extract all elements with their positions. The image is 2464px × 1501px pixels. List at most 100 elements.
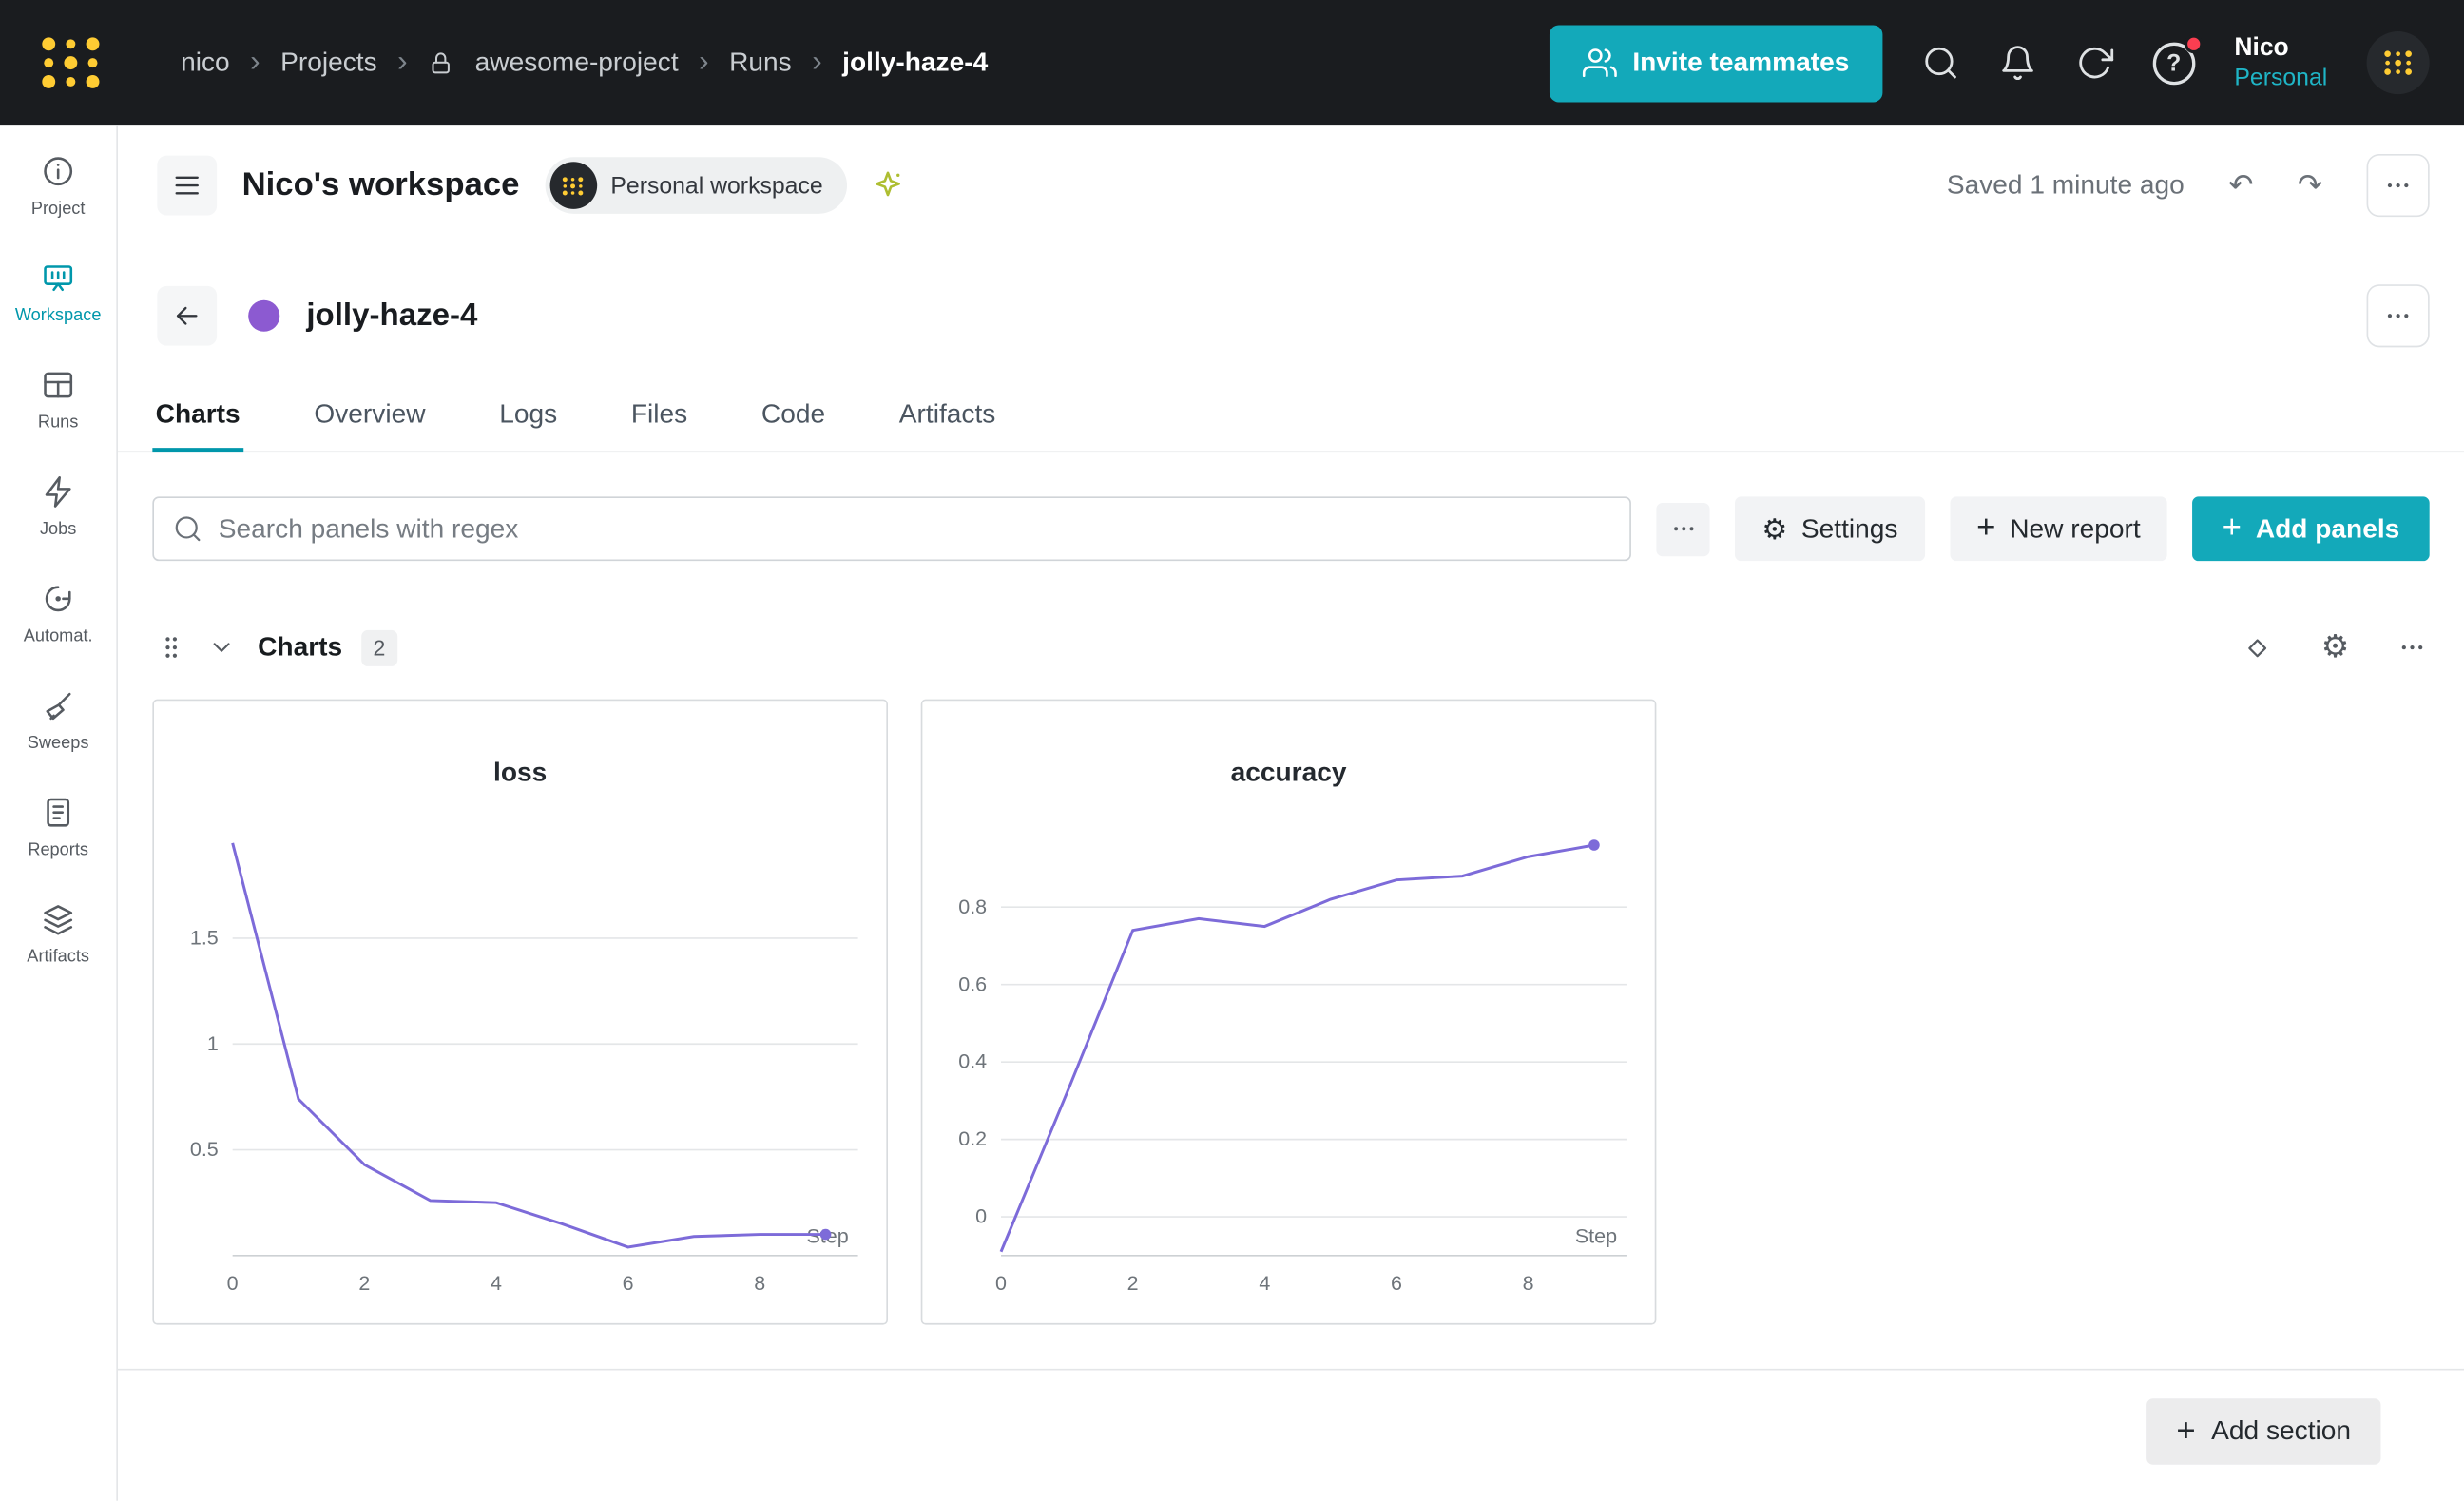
section-gear-icon[interactable]: ⚙ xyxy=(2321,632,2350,664)
history-controls: ↶ ↷ xyxy=(2213,157,2339,214)
tab-artifacts[interactable]: Artifacts xyxy=(895,383,998,451)
runs-table-icon xyxy=(41,368,75,402)
sidebar-item-automations[interactable]: Automat. xyxy=(0,582,116,646)
panel-search-input[interactable] xyxy=(219,513,1611,545)
charts-section-header: Charts 2 ⚙ xyxy=(157,624,2426,671)
footer: + Add section xyxy=(118,1371,2464,1465)
wandb-logo-icon[interactable] xyxy=(38,34,104,91)
left-sidebar: Project Workspace Runs Jobs Automat. xyxy=(0,125,118,1500)
breadcrumb-separator: › xyxy=(250,46,260,80)
new-report-button[interactable]: + New report xyxy=(1950,496,2167,561)
workspace-menu-button[interactable] xyxy=(157,156,217,216)
notification-dot xyxy=(2184,34,2203,53)
redo-button[interactable]: ↷ xyxy=(2281,157,2339,214)
sidebar-item-sweeps[interactable]: Sweeps xyxy=(0,688,116,753)
automations-icon xyxy=(41,582,75,616)
svg-text:0.4: 0.4 xyxy=(958,1050,987,1073)
breadcrumb-project[interactable]: awesome-project xyxy=(475,48,679,79)
svg-text:1: 1 xyxy=(207,1032,219,1055)
workspace-header-actions: Saved 1 minute ago ↶ ↷ xyxy=(1947,154,2430,217)
loss-chart-panel[interactable]: loss 0.511.502468Step xyxy=(152,700,888,1325)
breadcrumb-separator: › xyxy=(397,46,407,80)
svg-text:8: 8 xyxy=(754,1272,765,1295)
wandb-app: nico › Projects › awesome-project › Runs… xyxy=(0,0,2464,1501)
svg-text:4: 4 xyxy=(1259,1272,1270,1295)
svg-text:0.2: 0.2 xyxy=(958,1127,987,1150)
panel-search xyxy=(152,496,1631,561)
charts-section-actions: ⚙ xyxy=(2243,632,2426,664)
breadcrumb-projects[interactable]: Projects xyxy=(280,48,377,79)
user-avatar[interactable] xyxy=(2367,31,2430,94)
artifacts-layers-icon xyxy=(41,902,75,936)
notifications-bell-icon[interactable] xyxy=(1998,44,2036,82)
breadcrumb-run[interactable]: jolly-haze-4 xyxy=(842,48,988,79)
workspace-avatar xyxy=(549,162,597,209)
charts-count-badge: 2 xyxy=(361,629,397,665)
settings-button[interactable]: ⚙ Settings xyxy=(1735,496,1924,561)
workspace-overflow-menu-button[interactable] xyxy=(2367,154,2430,217)
sidebar-item-workspace[interactable]: Workspace xyxy=(0,260,116,325)
toolbar-overflow-menu-button[interactable] xyxy=(1657,502,1710,555)
main-content: Nico's workspace Personal workspace Save… xyxy=(118,125,2464,1500)
tab-code[interactable]: Code xyxy=(759,383,829,451)
undo-button[interactable]: ↶ xyxy=(2213,157,2270,214)
search-icon[interactable] xyxy=(1921,44,1959,82)
svg-text:1.5: 1.5 xyxy=(190,927,219,950)
user-menu[interactable]: Nico Personal xyxy=(2234,32,2327,93)
plus-icon: + xyxy=(2176,1414,2195,1447)
run-name: jolly-haze-4 xyxy=(306,298,477,334)
section-overflow-menu-icon[interactable] xyxy=(2398,633,2427,662)
back-button[interactable] xyxy=(157,286,217,346)
breadcrumb-separator: › xyxy=(699,46,708,80)
workspace-header: Nico's workspace Personal workspace Save… xyxy=(157,151,2429,221)
accuracy-chart-panel[interactable]: accuracy 00.20.40.60.802468Step xyxy=(921,700,1657,1325)
saved-status: Saved 1 minute ago xyxy=(1947,170,2185,202)
workspace-badge[interactable]: Personal workspace xyxy=(545,157,847,214)
sidebar-item-jobs[interactable]: Jobs xyxy=(0,474,116,539)
accuracy-line-chart: 00.20.40.60.802468Step xyxy=(922,806,1654,1325)
svg-text:0.6: 0.6 xyxy=(958,972,987,995)
svg-text:6: 6 xyxy=(623,1272,634,1295)
refresh-icon[interactable] xyxy=(2075,44,2113,82)
add-panels-button[interactable]: + Add panels xyxy=(2192,496,2429,561)
search-icon xyxy=(173,514,202,544)
panel-toolbar: ⚙ Settings + New report + Add panels xyxy=(152,496,2429,561)
lock-icon xyxy=(428,49,454,76)
jobs-bolt-icon xyxy=(41,474,75,509)
sidebar-item-project[interactable]: Project xyxy=(0,154,116,219)
tab-logs[interactable]: Logs xyxy=(496,383,561,451)
invite-teammates-button[interactable]: Invite teammates xyxy=(1550,25,1882,102)
topbar-actions: Invite teammates ? Nico Personal xyxy=(1550,25,2430,102)
info-icon xyxy=(41,154,75,188)
help-icon[interactable]: ? xyxy=(2152,42,2195,85)
sidebar-item-reports[interactable]: Reports xyxy=(0,795,116,859)
svg-text:6: 6 xyxy=(1391,1272,1402,1295)
add-section-button[interactable]: + Add section xyxy=(2146,1398,2380,1464)
sidebar-item-runs[interactable]: Runs xyxy=(0,368,116,433)
drag-handle-icon[interactable] xyxy=(157,633,185,662)
sidebar-item-artifacts[interactable]: Artifacts xyxy=(0,902,116,967)
plus-icon: + xyxy=(1976,510,1995,544)
breadcrumb-user[interactable]: nico xyxy=(181,48,230,79)
svg-text:2: 2 xyxy=(358,1272,370,1295)
tab-charts[interactable]: Charts xyxy=(152,383,243,451)
tab-files[interactable]: Files xyxy=(628,383,691,451)
svg-text:0: 0 xyxy=(227,1272,239,1295)
tab-overview[interactable]: Overview xyxy=(311,383,429,451)
charts-section-title: Charts xyxy=(258,632,342,664)
sparkle-icon[interactable] xyxy=(869,166,907,204)
run-tabs: Charts Overview Logs Files Code Artifact… xyxy=(118,383,2464,452)
run-header-actions xyxy=(2367,284,2430,347)
chevron-down-icon[interactable] xyxy=(207,633,236,662)
run-color-dot xyxy=(248,300,279,332)
svg-text:Step: Step xyxy=(1575,1225,1617,1248)
pin-icon[interactable] xyxy=(2243,632,2272,662)
chart-title: loss xyxy=(154,701,886,789)
topbar: nico › Projects › awesome-project › Runs… xyxy=(0,0,2464,125)
run-overflow-menu-button[interactable] xyxy=(2367,284,2430,347)
breadcrumb-runs[interactable]: Runs xyxy=(729,48,792,79)
chart-panels: loss 0.511.502468Step accuracy 00.20.40.… xyxy=(152,700,2429,1325)
users-icon xyxy=(1582,46,1616,80)
gear-icon: ⚙ xyxy=(1761,514,1787,543)
user-scope: Personal xyxy=(2234,64,2327,93)
